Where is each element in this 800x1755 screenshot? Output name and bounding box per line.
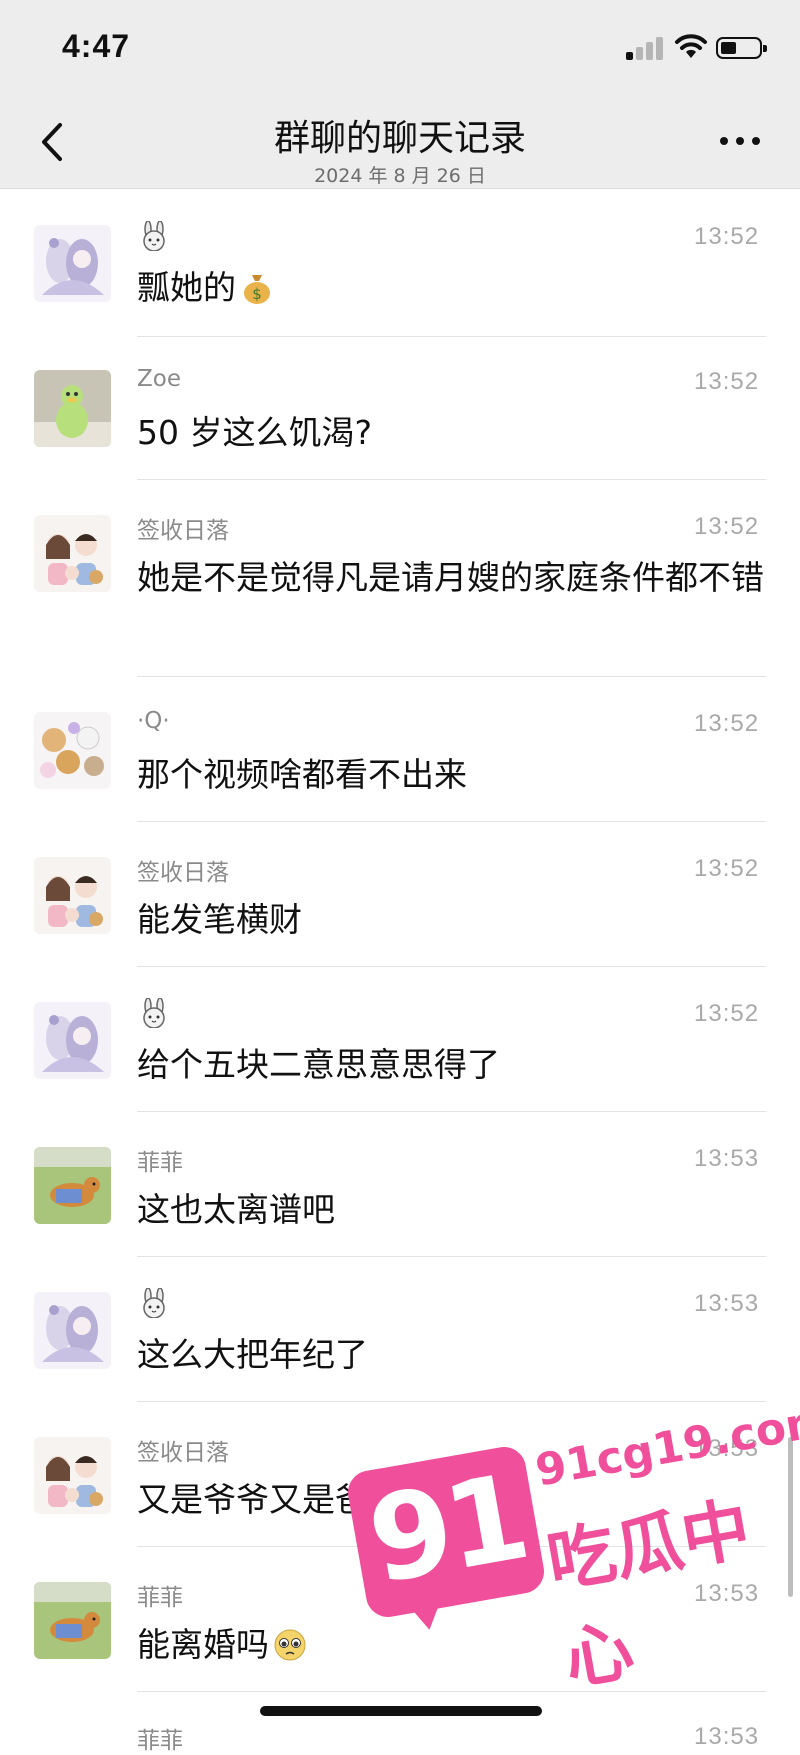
message-text: 能发笔横财: [137, 900, 302, 939]
status-time: 4:47: [62, 28, 131, 64]
message-time: 13:53: [694, 1723, 760, 1750]
message-time: 13:52: [694, 710, 760, 737]
divider: [137, 966, 766, 967]
avatar-family-cartoon[interactable]: [34, 857, 111, 934]
sender-name: 签收日落: [137, 860, 229, 886]
page-title: 群聊的聊天记录: [273, 118, 526, 159]
message-text-content: 瓢她的: [137, 268, 236, 307]
sender-name: 签收日落: [137, 1440, 229, 1466]
sender-name: 菲菲: [137, 1150, 183, 1176]
nav-bar: 群聊的聊天记录 2024 年 8 月 26 日: [0, 95, 800, 189]
message-text: 这也太离谱吧: [137, 1190, 335, 1229]
avatar-corgi-grass[interactable]: [34, 1582, 111, 1659]
message-text: 那个视频啥都看不出来: [137, 755, 467, 794]
page-date: 2024 年 8 月 26 日: [314, 165, 486, 187]
sender-name: ·Q·: [137, 708, 170, 734]
message-time: 13:52: [694, 1000, 760, 1027]
rabbit-emoji-icon: [143, 1288, 165, 1318]
home-indicator[interactable]: [260, 1706, 542, 1716]
divider: [137, 1256, 766, 1257]
svg-text:$: $: [252, 285, 262, 303]
avatar-family-cartoon[interactable]: [34, 515, 111, 592]
rabbit-emoji-icon: [143, 998, 165, 1028]
divider: [137, 1401, 766, 1402]
title-block: 群聊的聊天记录 2024 年 8 月 26 日: [0, 109, 800, 188]
divider: [137, 336, 766, 337]
watermark-logo: 91 91cg19.com 吃瓜中心: [344, 1394, 800, 1710]
battery-icon: [716, 37, 767, 59]
message-text: 瓢她的 $: [137, 263, 767, 313]
message-time: 13:53: [694, 1290, 760, 1317]
message-time: 13:52: [694, 368, 760, 395]
sender-name: [137, 221, 171, 257]
avatar-anime-girl[interactable]: [34, 225, 111, 302]
more-options-icon[interactable]: [720, 137, 764, 149]
avatar-anime-girl[interactable]: [34, 1002, 111, 1079]
divider: [137, 479, 766, 480]
divider: [137, 1111, 766, 1112]
sender-name: 菲菲: [137, 1585, 183, 1611]
avatar-green-toy[interactable]: [34, 370, 111, 447]
message-time: 13:52: [694, 513, 760, 540]
pleading-face-emoji-icon: [274, 1629, 306, 1661]
wifi-icon: [675, 34, 707, 58]
money-bag-emoji-icon: $: [244, 275, 270, 304]
sender-name: 菲菲: [137, 1728, 183, 1754]
avatar-family-cartoon[interactable]: [34, 1437, 111, 1514]
divider: [137, 676, 766, 677]
sender-name: [137, 1288, 171, 1324]
divider: [137, 821, 766, 822]
message-text: 这么大把年纪了: [137, 1335, 368, 1374]
message-text: 她是不是觉得凡是请月嫂的家庭条件都不错: [137, 558, 764, 597]
message-time: 13:53: [694, 1145, 760, 1172]
message-text: 50 岁这么饥渴?: [137, 413, 372, 452]
avatar-dogs-collage[interactable]: [34, 712, 111, 789]
message-time: 13:52: [694, 223, 760, 250]
cellular-signal-icon: [626, 36, 666, 60]
watermark-text: 吃瓜中心: [541, 1489, 757, 1701]
sender-name: [137, 998, 171, 1034]
rabbit-emoji-icon: [143, 221, 165, 251]
avatar-anime-girl[interactable]: [34, 1292, 111, 1369]
message-time: 13:52: [694, 855, 760, 882]
avatar-corgi-grass[interactable]: [34, 1147, 111, 1224]
status-bar: 4:47: [0, 0, 800, 95]
message-text-content: 能离婚吗: [137, 1625, 269, 1664]
watermark-number: 91: [359, 1447, 534, 1611]
sender-name: Zoe: [137, 366, 181, 392]
sender-name: 签收日落: [137, 518, 229, 544]
message-text: 给个五块二意思意思得了: [137, 1045, 500, 1084]
